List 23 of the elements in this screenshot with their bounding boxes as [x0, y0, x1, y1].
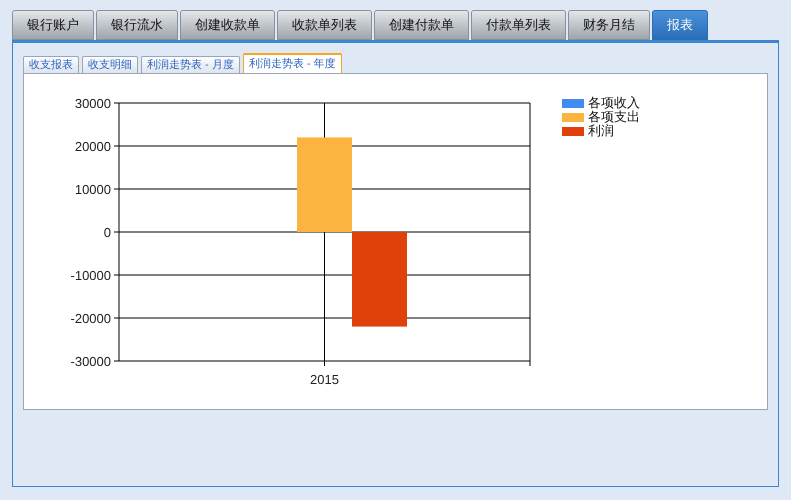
- legend-label: 各项收入: [588, 96, 640, 110]
- y-tick-label: 30000: [74, 96, 111, 111]
- y-tick-label: 10000: [74, 182, 111, 197]
- sub-tab[interactable]: 利润走势表 - 年度: [242, 53, 342, 73]
- y-tick-label: -10000: [70, 268, 111, 283]
- sub-tab[interactable]: 收支报表: [23, 56, 79, 73]
- legend-label: 利润: [588, 124, 614, 138]
- sub-tab[interactable]: 利润走势表 - 月度: [141, 56, 240, 73]
- tab[interactable]: 报表: [652, 10, 708, 40]
- tab[interactable]: 财务月结: [568, 10, 650, 40]
- x-tick-label: 2015: [310, 372, 339, 387]
- tab[interactable]: 付款单列表: [471, 10, 566, 40]
- tab[interactable]: 银行账户: [12, 10, 94, 40]
- y-tick-label: -30000: [70, 354, 111, 369]
- y-tick-label: -20000: [70, 311, 111, 326]
- tab[interactable]: 创建付款单: [374, 10, 469, 40]
- y-tick-label: 0: [104, 225, 111, 240]
- tab[interactable]: 银行流水: [96, 10, 178, 40]
- tab[interactable]: 创建收款单: [180, 10, 275, 40]
- y-tick-label: 20000: [74, 139, 111, 154]
- sub-tab[interactable]: 收支明细: [82, 56, 138, 73]
- tab[interactable]: 收款单列表: [277, 10, 372, 40]
- legend-label: 各项支出: [588, 110, 640, 124]
